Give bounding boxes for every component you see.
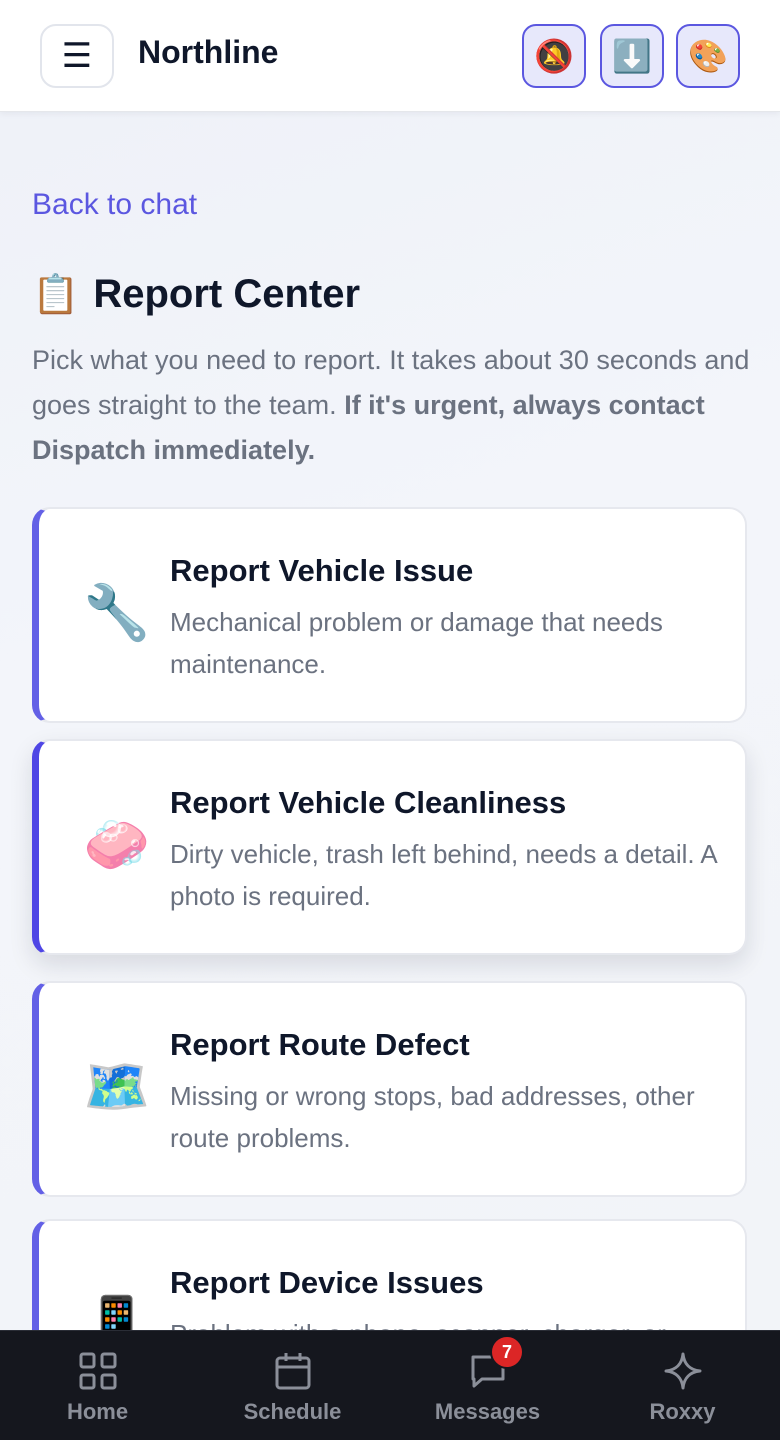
back-to-chat-link[interactable]: Back to chat: [32, 188, 197, 222]
map-icon: 🗺️: [83, 1057, 151, 1117]
card-description: Missing or wrong stops, bad addresses, o…: [170, 1081, 695, 1153]
download-icon: ⬇️: [612, 38, 652, 74]
card-title: Report Device Issues: [170, 1265, 484, 1300]
nav-roxxy[interactable]: Roxxy: [585, 1331, 780, 1440]
menu-icon: ☰: [61, 37, 93, 75]
app-brand: Northline: [138, 34, 279, 70]
card-title: Report Route Defect: [170, 1027, 470, 1062]
nav-label: Home: [66, 1399, 129, 1424]
mute-notifications-button[interactable]: 🔕: [522, 24, 586, 88]
nav-label: Messages: [434, 1399, 541, 1424]
calendar-icon: [275, 1353, 310, 1390]
unread-badge: 7: [490, 1335, 524, 1369]
download-button[interactable]: ⬇️: [600, 24, 664, 88]
report-card-route-defect[interactable]: 🗺️ Report Route Defect Missing or wrong …: [32, 981, 747, 1197]
card-description: Mechanical problem or damage that needs …: [170, 607, 663, 679]
nav-label: Schedule: [243, 1399, 342, 1424]
card-description: Dirty vehicle, trash left behind, needs …: [170, 839, 717, 911]
wrench-icon: 🔧: [83, 583, 151, 643]
page-title-text: Report Center: [93, 272, 361, 316]
nav-label: Roxxy: [649, 1399, 716, 1424]
bottom-nav: Home Schedule 7 Messages Roxxy: [0, 1330, 780, 1440]
soap-icon: 🧼: [83, 815, 151, 875]
card-title: Report Vehicle Issue: [170, 553, 474, 588]
theme-button[interactable]: 🎨: [676, 24, 740, 88]
bell-muted-icon: 🔕: [534, 38, 574, 74]
sparkle-icon: [664, 1352, 701, 1390]
clipboard-icon: 📋: [32, 273, 80, 316]
nav-home[interactable]: Home: [0, 1331, 195, 1440]
hamburger-menu-button[interactable]: ☰: [40, 24, 114, 88]
intro-text: Pick what you need to report. It takes a…: [32, 338, 752, 473]
card-title: Report Vehicle Cleanliness: [170, 785, 567, 820]
nav-messages[interactable]: 7 Messages: [390, 1331, 585, 1440]
palette-icon: 🎨: [688, 38, 728, 74]
top-bar: ☰ Northline 🔕 ⬇️ 🎨: [0, 0, 780, 112]
nav-schedule[interactable]: Schedule: [195, 1331, 390, 1440]
page-title: 📋 Report Center: [32, 272, 360, 317]
report-card-vehicle-issue[interactable]: 🔧 Report Vehicle Issue Mechanical proble…: [32, 507, 747, 723]
report-card-vehicle-cleanliness[interactable]: 🧼 Report Vehicle Cleanliness Dirty vehic…: [32, 739, 747, 955]
grid-icon: [79, 1352, 116, 1390]
